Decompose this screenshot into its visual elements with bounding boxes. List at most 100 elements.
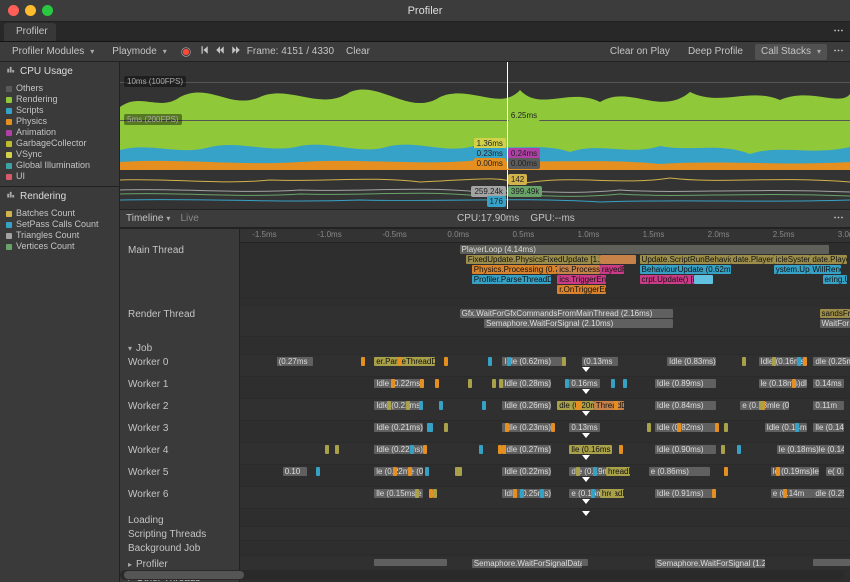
clear-button[interactable]: Clear (340, 44, 376, 60)
timeline-bar[interactable]: Gfx.WaitForGfxCommandsFromMainThread (2.… (460, 309, 674, 318)
timeline-bar[interactable] (623, 379, 627, 388)
timeline-bar[interactable]: ystem.Update (774, 265, 811, 274)
profiler-tab[interactable]: Profiler (4, 23, 56, 41)
timeline-bar[interactable]: 0.10 (283, 467, 307, 476)
timeline-bar[interactable] (520, 489, 524, 498)
timeline-bar[interactable] (737, 445, 741, 454)
timeline-bar[interactable]: Idle (0.28ms) (502, 379, 551, 388)
cpu-legend-item[interactable]: Others (6, 83, 119, 94)
timeline-bar[interactable]: 0.13ms (569, 423, 600, 432)
cpu-legend-item[interactable]: Scripts (6, 105, 119, 116)
timeline-menu-button[interactable] (833, 212, 844, 226)
timeline-bar[interactable] (772, 357, 776, 366)
timeline-bar[interactable]: 0.14ms (813, 379, 844, 388)
timeline-bar[interactable] (593, 467, 597, 476)
timeline-bar[interactable] (387, 401, 391, 410)
timeline-bar[interactable] (429, 489, 433, 498)
timeline-bar[interactable]: ics.TriggerEnterExits (0.38 (557, 275, 606, 284)
expand-arrow-icon[interactable] (582, 455, 590, 460)
expand-arrow-icon[interactable] (582, 499, 590, 504)
timeline-bar[interactable] (444, 357, 448, 366)
timeline-bar[interactable] (361, 357, 365, 366)
timeline-bar[interactable] (611, 379, 615, 388)
timeline-bar[interactable]: (0.27ms (277, 357, 314, 366)
record-button[interactable] (179, 45, 193, 59)
timeline-bar[interactable] (325, 445, 329, 454)
timeline-bar[interactable]: hreadD (606, 467, 630, 476)
timeline-bar[interactable]: ThreadD (594, 401, 625, 410)
timeline-bar[interactable]: Idle (0.83ms) (667, 357, 716, 366)
track-label[interactable]: Job (120, 341, 239, 356)
timeline-bar[interactable]: Idle (0.14ms (765, 423, 808, 432)
timeline-bar[interactable] (435, 379, 439, 388)
live-toggle[interactable]: Live (180, 213, 198, 224)
timeline-bar[interactable]: r.OnTriggerEnter() [Invo (557, 285, 606, 294)
timeline-bar[interactable]: date.PlayerUpdateCan (810, 255, 847, 264)
timeline-bar[interactable] (391, 379, 395, 388)
timeline-bar[interactable]: Idle (0.23ms) (502, 423, 551, 432)
timeline-bar[interactable] (742, 357, 746, 366)
render-legend-item[interactable]: Vertices Count (6, 241, 119, 252)
timeline-bar[interactable] (507, 357, 511, 366)
cpu-legend-item[interactable]: Physics (6, 116, 119, 127)
timeline-bar[interactable] (551, 423, 555, 432)
prev-frame-button[interactable] (215, 45, 225, 58)
timeline-bar[interactable]: le (0.18ms)le (0.14m (777, 445, 844, 454)
timeline-bar[interactable]: Semaphore.WaitForSignal (1.25ms) (655, 559, 765, 568)
timeline-bar[interactable]: date.PlayerUpdateAn (731, 255, 774, 264)
expand-arrow-icon[interactable] (582, 433, 590, 438)
scrollbar-thumb[interactable] (124, 571, 244, 579)
timeline-bar[interactable]: ics.ProcessReports (0.40 (557, 265, 600, 274)
expand-arrow-icon[interactable] (582, 367, 590, 372)
timeline-bar[interactable]: Semaphore.WaitForSignal (2.10ms) (484, 319, 673, 328)
timeline-bar[interactable]: Idle (0.27ms) (502, 445, 551, 454)
playmode-dropdown[interactable]: Playmode (106, 44, 172, 60)
timeline-bar[interactable] (724, 423, 728, 432)
profiler-modules-dropdown[interactable]: Profiler Modules (6, 44, 100, 60)
cpu-legend-item[interactable]: Global Illumination (6, 160, 119, 171)
timeline-bar[interactable] (482, 401, 486, 410)
timeline-horizontal-scrollbar[interactable] (120, 570, 844, 580)
timeline-bar[interactable]: Idle (0.21ms) (374, 423, 423, 432)
timeline-bar[interactable] (694, 275, 712, 284)
timeline-bar[interactable]: dle (0.25ms) (813, 357, 850, 366)
timeline-bar[interactable] (813, 559, 850, 566)
timeline-bar[interactable]: rayedF (600, 265, 624, 274)
tab-menu-button[interactable] (833, 25, 844, 39)
timeline-bar[interactable] (408, 467, 412, 476)
timeline-bar[interactable]: Idle (0.22ms) (502, 467, 551, 476)
deep-profile-toggle[interactable]: Deep Profile (682, 44, 749, 60)
timeline-bar[interactable]: Idle (0.22ms) (374, 401, 423, 410)
render-legend-item[interactable]: Batches Count (6, 208, 119, 219)
timeline-bar[interactable]: Semaphore.WaitForSignalData (2.7ms) (472, 559, 582, 568)
timeline-bar[interactable] (776, 467, 780, 476)
cpu-legend-item[interactable]: GarbageCollector (6, 138, 119, 149)
timeline-bar[interactable]: dle (0.19ms) (569, 467, 606, 476)
timeline-bar[interactable] (479, 445, 483, 454)
timeline-bar[interactable]: Idle (0.89ms) (655, 379, 716, 388)
rendering-chart[interactable]: 142259.24k399.49k176 (120, 170, 850, 210)
timeline-bar[interactable] (444, 423, 448, 432)
timeline-bar[interactable] (576, 467, 580, 476)
timeline-bar[interactable]: WaitForSig (820, 319, 850, 328)
rendering-module-header[interactable]: Rendering (0, 186, 119, 206)
timeline-bar[interactable] (783, 489, 787, 498)
timeline-bar[interactable]: le (0.22me (0.16 (374, 467, 423, 476)
timeline-bar[interactable] (647, 423, 651, 432)
timeline-bar[interactable] (803, 357, 807, 366)
cpu-legend-item[interactable]: UI (6, 171, 119, 182)
timeline-bar[interactable]: 0.11m (813, 401, 844, 410)
render-legend-item[interactable]: SetPass Calls Count (6, 219, 119, 230)
cpu-usage-chart[interactable]: 10ms (100FPS) 5ms (200FPS) 6.25ms1.36ms0… (120, 62, 850, 170)
timeline-bar[interactable]: Idle (0.62ms) (502, 357, 563, 366)
cpu-legend-item[interactable]: VSync (6, 149, 119, 160)
cpu-legend-item[interactable]: Animation (6, 127, 119, 138)
timeline-bar[interactable] (724, 467, 728, 476)
timeline-bar[interactable]: 0.16ms (569, 379, 600, 388)
timeline-bar[interactable]: lle (0.16ms hreadD (569, 445, 612, 454)
timeline-bar[interactable]: dle (0.25ms) (813, 489, 844, 498)
timeline-bar[interactable] (797, 357, 801, 366)
timeline-view-dropdown[interactable]: Timeline (126, 213, 170, 224)
timeline-bar[interactable] (677, 423, 681, 432)
timeline-bar[interactable] (792, 379, 796, 388)
